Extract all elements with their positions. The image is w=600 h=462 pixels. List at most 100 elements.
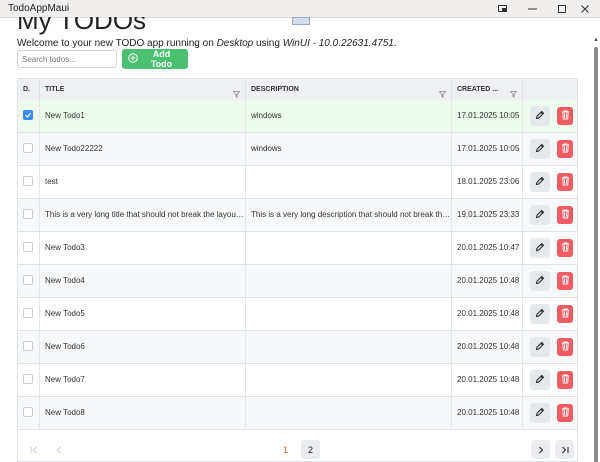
column-header-description-label: DESCRIPTION xyxy=(251,86,299,93)
description-cell xyxy=(246,364,452,396)
trash-icon xyxy=(561,308,570,320)
edit-button[interactable] xyxy=(530,370,550,390)
delete-button[interactable] xyxy=(557,272,573,290)
created-cell: 20.01.2025 10:48 xyxy=(452,265,523,297)
created-cell: 20.01.2025 10:48 xyxy=(452,364,523,396)
table-header: D. TITLE DESCRIPTION CREATED ... xyxy=(18,79,577,101)
description-cell xyxy=(246,331,452,363)
checkmark-icon xyxy=(25,112,32,118)
last-page-icon[interactable] xyxy=(555,440,574,459)
pencil-icon xyxy=(535,407,545,419)
pencil-icon xyxy=(535,341,545,353)
edit-button[interactable] xyxy=(530,271,550,291)
done-cell xyxy=(18,133,40,165)
done-checkbox[interactable] xyxy=(23,209,33,219)
done-checkbox[interactable] xyxy=(23,110,33,120)
scroll-up-arrow-icon[interactable]: ▲ xyxy=(593,37,599,43)
delete-button[interactable] xyxy=(557,173,573,191)
edit-button[interactable] xyxy=(530,337,550,357)
delete-button[interactable] xyxy=(557,206,573,224)
done-checkbox[interactable] xyxy=(23,374,33,384)
window-titlebar: TodoAppMaui xyxy=(0,0,600,18)
description-cell xyxy=(246,397,452,429)
done-cell xyxy=(18,331,40,363)
pencil-icon xyxy=(535,242,545,254)
table-row[interactable]: New Todo1 windows 17.01.2025 10:05 xyxy=(18,100,577,133)
add-todo-button[interactable]: Add Todo xyxy=(122,49,188,69)
description-cell xyxy=(246,298,452,330)
done-checkbox[interactable] xyxy=(23,341,33,351)
table-row[interactable]: New Todo4 20.01.2025 10:48 xyxy=(18,265,577,298)
page-button-2[interactable]: 2 xyxy=(301,440,320,459)
done-checkbox[interactable] xyxy=(23,143,33,153)
vertical-scrollbar[interactable] xyxy=(594,47,598,462)
next-page-icon[interactable] xyxy=(531,440,550,459)
title-cell: This is a very long title that should no… xyxy=(40,199,246,231)
table-row[interactable]: This is a very long title that should no… xyxy=(18,199,577,232)
title-cell: New Todo5 xyxy=(40,298,246,330)
done-cell xyxy=(18,199,40,231)
created-cell: 17.01.2025 10:05 xyxy=(452,133,523,165)
table-row[interactable]: New Todo6 20.01.2025 10:48 xyxy=(18,331,577,364)
edit-button[interactable] xyxy=(530,238,550,258)
restore-pip-icon[interactable] xyxy=(487,0,517,17)
edit-button[interactable] xyxy=(530,139,550,159)
trash-icon xyxy=(561,209,570,221)
edit-button[interactable] xyxy=(530,172,550,192)
table-row[interactable]: test 18.01.2025 23:06 xyxy=(18,166,577,199)
done-cell xyxy=(18,397,40,429)
delete-button[interactable] xyxy=(557,305,573,323)
previous-page-icon[interactable] xyxy=(49,440,68,459)
done-checkbox[interactable] xyxy=(23,242,33,252)
table-row[interactable]: New Todo5 20.01.2025 10:48 xyxy=(18,298,577,331)
title-cell: test xyxy=(40,166,246,198)
pencil-icon xyxy=(535,110,545,122)
trash-icon xyxy=(561,143,570,155)
close-icon[interactable] xyxy=(570,0,600,17)
created-cell: 17.01.2025 10:05 xyxy=(452,100,523,132)
first-page-icon[interactable] xyxy=(24,440,43,459)
table-row[interactable]: New Todo22222 windows 17.01.2025 10:05 xyxy=(18,133,577,166)
edit-button[interactable] xyxy=(530,403,550,423)
page-title: My TODOs xyxy=(17,17,147,35)
title-cell: New Todo8 xyxy=(40,397,246,429)
delete-button[interactable] xyxy=(557,338,573,356)
column-header-description[interactable]: DESCRIPTION xyxy=(246,79,452,100)
created-cell: 19.01.2025 23:33 xyxy=(452,199,523,231)
table-row[interactable]: New Todo7 20.01.2025 10:48 xyxy=(18,364,577,397)
platform-name: Desktop xyxy=(216,38,254,49)
edit-button[interactable] xyxy=(530,304,550,324)
table-row[interactable]: New Todo8 20.01.2025 10:48 xyxy=(18,397,577,430)
header-decoration xyxy=(292,17,310,25)
description-cell xyxy=(246,232,452,264)
page-button-1[interactable]: 1 xyxy=(276,440,295,459)
done-checkbox[interactable] xyxy=(23,407,33,417)
column-header-done[interactable]: D. xyxy=(18,79,40,100)
trash-icon xyxy=(561,242,570,254)
description-cell: This is a very long description that sho… xyxy=(246,199,452,231)
done-checkbox[interactable] xyxy=(23,275,33,285)
pencil-icon xyxy=(535,308,545,320)
delete-button[interactable] xyxy=(557,371,573,389)
done-checkbox[interactable] xyxy=(23,308,33,318)
table-row[interactable]: New Todo3 20.01.2025 10:47 xyxy=(18,232,577,265)
edit-button[interactable] xyxy=(530,106,550,126)
done-cell xyxy=(18,298,40,330)
title-cell: New Todo22222 xyxy=(40,133,246,165)
title-cell: New Todo1 xyxy=(40,100,246,132)
delete-button[interactable] xyxy=(557,107,573,125)
delete-button[interactable] xyxy=(557,404,573,422)
description-cell xyxy=(246,265,452,297)
search-input[interactable] xyxy=(17,50,117,68)
trash-icon xyxy=(561,374,570,386)
delete-button[interactable] xyxy=(557,140,573,158)
delete-button[interactable] xyxy=(557,239,573,257)
done-checkbox[interactable] xyxy=(23,176,33,186)
welcome-text: Welcome to your new TODO app running on … xyxy=(17,38,397,49)
description-cell xyxy=(246,166,452,198)
column-header-created[interactable]: CREATED ... xyxy=(452,79,523,100)
edit-button[interactable] xyxy=(530,205,550,225)
done-cell xyxy=(18,364,40,396)
column-header-title[interactable]: TITLE xyxy=(40,79,246,100)
minimize-icon[interactable] xyxy=(517,0,547,17)
